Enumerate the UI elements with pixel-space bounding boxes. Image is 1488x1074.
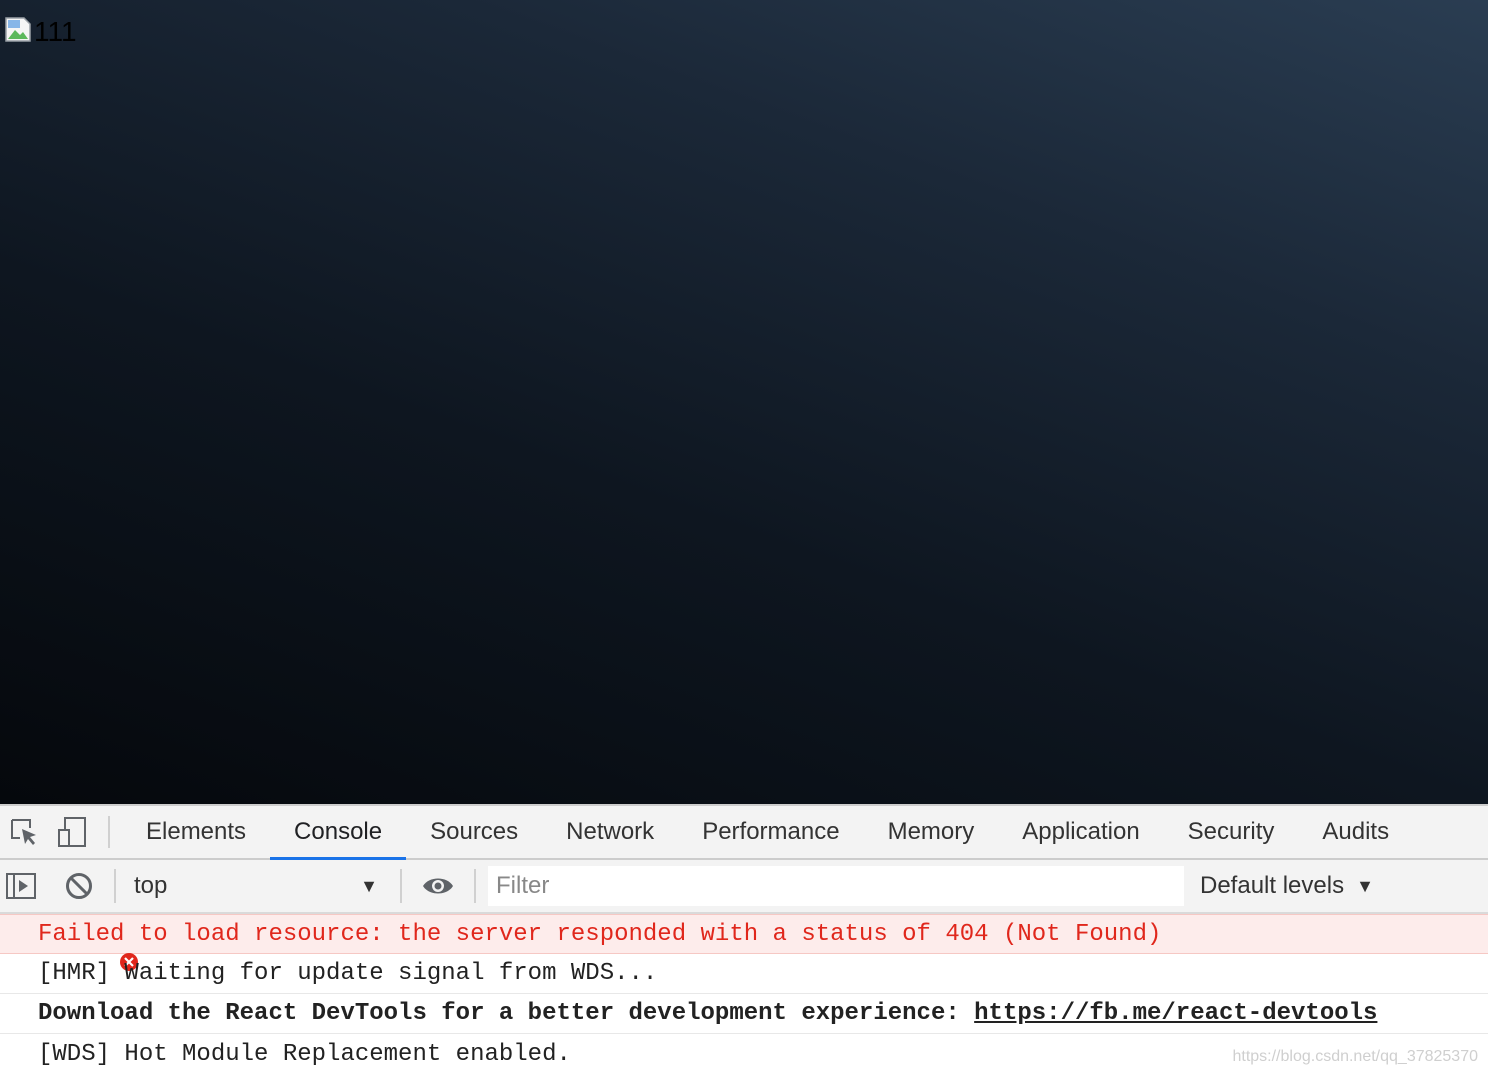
show-sidebar-icon[interactable] xyxy=(0,859,42,913)
tab-security[interactable]: Security xyxy=(1164,806,1299,858)
tab-elements[interactable]: Elements xyxy=(122,806,270,858)
message-text: Failed to load resource: the server resp… xyxy=(38,920,1162,948)
console-toolbar: top ▼ Default levels ▼ xyxy=(0,860,1488,914)
message-text: [HMR] Waiting for update signal from WDS… xyxy=(38,960,658,987)
toolbar-divider xyxy=(114,869,116,903)
tab-performance[interactable]: Performance xyxy=(678,806,863,858)
image-alt-text: 111 xyxy=(34,16,77,47)
chevron-down-icon: ▼ xyxy=(360,875,378,896)
tab-application[interactable]: Application xyxy=(998,806,1163,858)
console-message-error: Failed to load resource: the server resp… xyxy=(0,914,1488,971)
broken-image-icon xyxy=(4,16,32,43)
clear-console-icon[interactable] xyxy=(58,859,100,913)
tab-sources[interactable]: Sources xyxy=(406,806,542,858)
page-viewport: 111 xyxy=(0,0,1488,804)
broken-image: 111 xyxy=(4,16,77,47)
message-text: [WDS] Hot Module Replacement enabled. xyxy=(38,1040,571,1068)
devtools-tabbar: Elements Console Sources Network Perform… xyxy=(0,806,1488,860)
console-message: [HMR] Waiting for update signal from WDS… xyxy=(0,954,1488,994)
log-levels-dropdown[interactable]: Default levels ▼ xyxy=(1200,872,1374,900)
console-messages: Failed to load resource: the server resp… xyxy=(0,914,1488,1074)
log-levels-label: Default levels xyxy=(1200,872,1345,899)
devtools-panel: Elements Console Sources Network Perform… xyxy=(0,804,1488,1070)
toolbar-divider xyxy=(400,869,402,903)
chevron-down-icon: ▼ xyxy=(1356,875,1374,896)
console-message: Download the React DevTools for a better… xyxy=(0,994,1488,1034)
filter-input[interactable] xyxy=(488,866,1184,906)
device-toolbar-icon[interactable] xyxy=(48,806,96,858)
context-value: top xyxy=(134,872,168,899)
context-selector[interactable]: top ▼ xyxy=(120,866,390,906)
message-text: Download the React DevTools for a better… xyxy=(38,1000,975,1027)
inspect-element-icon[interactable] xyxy=(0,806,48,858)
tab-network[interactable]: Network xyxy=(542,806,678,858)
tab-memory[interactable]: Memory xyxy=(864,806,999,858)
react-devtools-link[interactable]: https://fb.me/react-devtools xyxy=(974,1000,1377,1027)
watermark: https://blog.csdn.net/qq_37825370 xyxy=(1232,1048,1478,1065)
toolbar-divider xyxy=(108,816,110,848)
tab-console[interactable]: Console xyxy=(270,806,407,860)
error-icon xyxy=(4,925,139,971)
toolbar-divider xyxy=(474,869,476,903)
live-expression-eye-icon[interactable] xyxy=(412,859,464,913)
tab-audits[interactable]: Audits xyxy=(1298,806,1413,858)
